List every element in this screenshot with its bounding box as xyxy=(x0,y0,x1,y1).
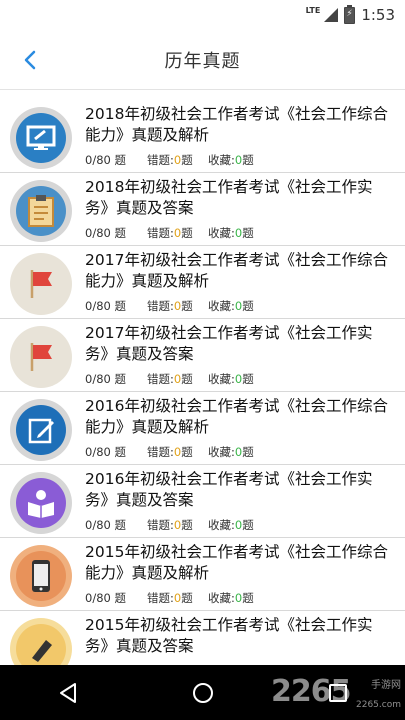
status-bar: LTE ⚡ 1:53 xyxy=(0,0,405,30)
circle-home-icon xyxy=(192,682,213,703)
item-icon-badge xyxy=(10,399,72,461)
exam-list-item[interactable]: 2016年初级社会工作者考试《社会工作综合能力》真题及解析 0/80 题 错题:0题… xyxy=(0,392,405,465)
nav-home-button[interactable] xyxy=(173,665,233,720)
watermark-url: 2265.com xyxy=(356,700,401,710)
network-type: LTE xyxy=(305,5,321,15)
pen-icon xyxy=(16,624,66,665)
nav-back-button[interactable] xyxy=(38,665,98,720)
wrong-count: 错题:0题 xyxy=(147,299,193,313)
watermark-cn: 手游网 xyxy=(371,680,401,691)
wrong-count: 错题:0题 xyxy=(147,518,193,532)
clock: 1:53 xyxy=(361,6,395,24)
wrong-count: 错题:0题 xyxy=(147,226,193,240)
progress-count: 0/80 题 xyxy=(85,591,126,605)
fav-count: 收藏:0题 xyxy=(208,518,254,532)
item-icon-badge xyxy=(10,545,72,607)
fav-count: 收藏:0题 xyxy=(208,445,254,459)
item-title: 2017年初级社会工作者考试《社会工作实务》真题及答案 xyxy=(85,324,373,363)
title-bar: 历年真题 xyxy=(0,30,405,90)
exam-list-item[interactable]: 2015年初级社会工作者考试《社会工作实务》真题及答案 xyxy=(0,611,405,665)
chevron-left-icon xyxy=(24,50,36,70)
item-icon-badge xyxy=(10,107,72,169)
page-title: 历年真题 xyxy=(164,50,241,72)
item-meta: 0/80 题 错题:0题 收藏:0题 xyxy=(85,517,395,533)
progress-count: 0/80 题 xyxy=(85,518,126,532)
item-meta: 0/80 题 错题:0题 收藏:0题 xyxy=(85,590,395,606)
flag-icon xyxy=(16,259,66,309)
item-title: 2018年初级社会工作者考试《社会工作实务》真题及答案 xyxy=(85,178,373,217)
progress-count: 0/80 题 xyxy=(85,445,126,459)
clipboard-icon xyxy=(16,186,66,236)
flag-icon xyxy=(16,332,66,382)
exam-list-item[interactable]: 2015年初级社会工作者考试《社会工作综合能力》真题及解析 0/80 题 错题:0题… xyxy=(0,538,405,611)
wrong-count: 错题:0题 xyxy=(147,445,193,459)
item-icon-badge xyxy=(10,472,72,534)
wrong-count: 错题:0题 xyxy=(147,591,193,605)
item-meta: 0/80 题 错题:0题 收藏:0题 xyxy=(85,298,395,314)
signal-icon xyxy=(324,8,339,22)
back-button[interactable] xyxy=(14,44,46,76)
edit-icon xyxy=(16,405,66,455)
fav-count: 收藏:0题 xyxy=(208,591,254,605)
monitor-icon xyxy=(16,113,66,163)
item-title: 2015年初级社会工作者考试《社会工作实务》真题及答案 xyxy=(85,616,373,655)
fav-count: 收藏:0题 xyxy=(208,372,254,386)
item-title: 2017年初级社会工作者考试《社会工作综合能力》真题及解析 xyxy=(85,251,388,290)
fav-count: 收藏:0题 xyxy=(208,299,254,313)
item-title: 2016年初级社会工作者考试《社会工作综合能力》真题及解析 xyxy=(85,397,388,436)
item-icon-badge xyxy=(10,618,72,665)
item-title: 2015年初级社会工作者考试《社会工作综合能力》真题及解析 xyxy=(85,543,388,582)
item-meta: 0/80 题 错题:0题 收藏:0题 xyxy=(85,444,395,460)
item-icon-badge xyxy=(10,326,72,388)
battery-icon: ⚡ xyxy=(344,4,356,24)
watermark: 2265 手游网 2265.com xyxy=(271,672,401,716)
exam-list-item[interactable]: 2016年初级社会工作者考试《社会工作实务》真题及答案 0/80 题 错题:0题 收藏… xyxy=(0,465,405,538)
progress-count: 0/80 题 xyxy=(85,153,126,167)
exam-list-item[interactable]: 2017年初级社会工作者考试《社会工作综合能力》真题及解析 0/80 题 错题:0题… xyxy=(0,246,405,319)
exam-list-item[interactable]: 2017年初级社会工作者考试《社会工作实务》真题及答案 0/80 题 错题:0题 收藏… xyxy=(0,319,405,392)
reader-icon xyxy=(16,478,66,528)
item-title: 2016年初级社会工作者考试《社会工作实务》真题及答案 xyxy=(85,470,373,509)
exam-list: 2018年初级社会工作者考试《社会工作综合能力》真题及解析 0/80 题错题:0题… xyxy=(0,100,405,665)
item-title: 2018年初级社会工作者考试《社会工作综合能力》真题及解析 xyxy=(85,105,388,144)
triangle-back-icon xyxy=(59,682,76,703)
fav-count: 收藏:0题 xyxy=(208,226,254,240)
wrong-count: 错题:0题 xyxy=(147,372,193,386)
item-meta: 0/80 题 错题:0题 收藏:0题 xyxy=(85,225,395,241)
progress-count: 0/80 题 xyxy=(85,372,126,386)
phone-icon xyxy=(16,551,66,601)
watermark-brand: 2265 xyxy=(271,674,351,709)
progress-count: 0/80 题 xyxy=(85,299,126,313)
item-meta: 0/80 题 错题:0题 收藏:0题 xyxy=(85,152,395,168)
item-meta: 0/80 题 错题:0题 收藏:0题 xyxy=(85,371,395,387)
exam-list-item[interactable]: 2018年初级社会工作者考试《社会工作综合能力》真题及解析 0/80 题 错题:0题… xyxy=(0,100,405,173)
exam-list-item[interactable]: 2018年初级社会工作者考试《社会工作实务》真题及答案 0/80 题 错题:0题 收藏… xyxy=(0,173,405,246)
fav-count: 收藏:0题 xyxy=(208,153,254,167)
wrong-count: 错题:0题 xyxy=(147,153,193,167)
item-icon-badge xyxy=(10,253,72,315)
progress-count: 0/80 题 xyxy=(85,226,126,240)
item-icon-badge xyxy=(10,180,72,242)
